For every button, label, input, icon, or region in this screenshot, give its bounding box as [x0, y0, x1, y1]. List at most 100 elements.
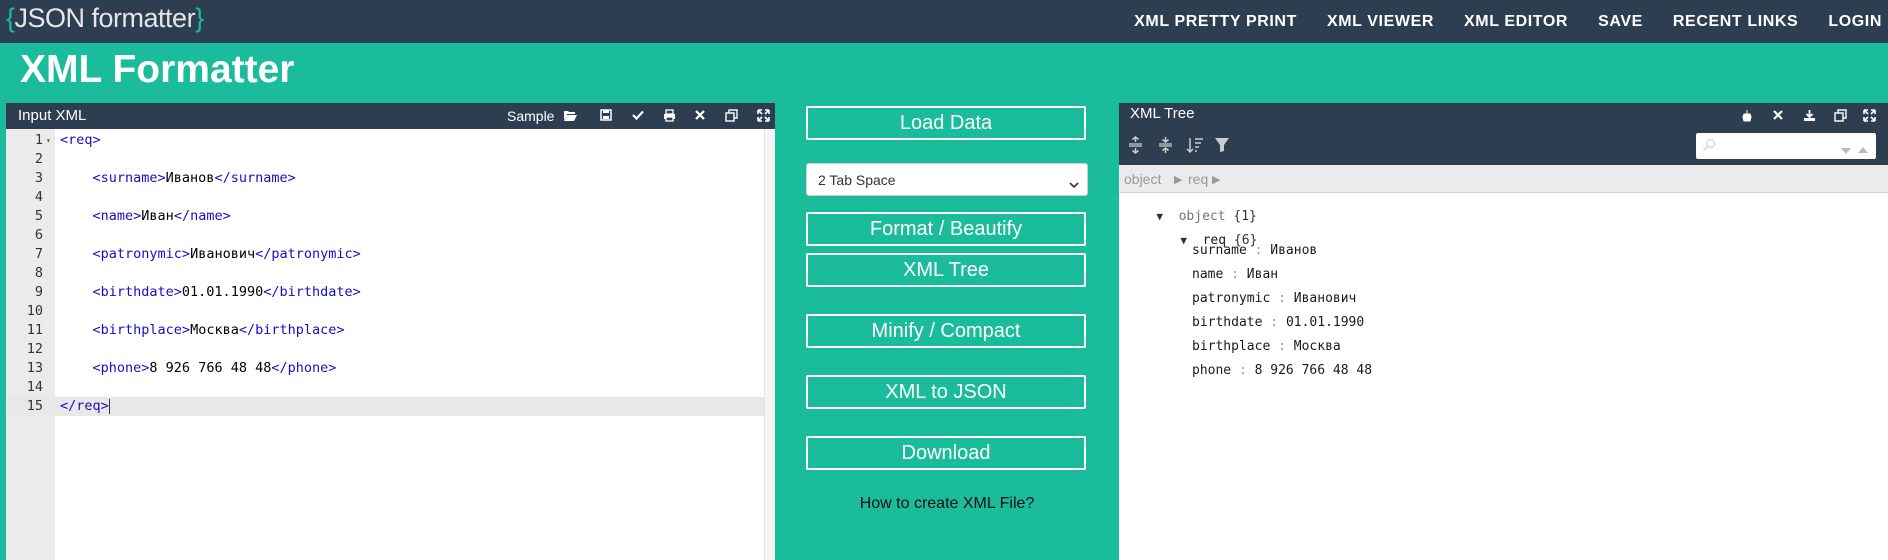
- tree-field-row[interactable]: patronymic : Иванович: [1192, 291, 1356, 306]
- tree-field-separator: :: [1223, 267, 1247, 282]
- line-number: 13: [26, 360, 43, 376]
- site-logo[interactable]: {JSON formatter}: [6, 3, 204, 34]
- code-text: <phone>8 926 766 48 48</phone>: [92, 360, 337, 376]
- expand-triangle-icon[interactable]: ▼: [1180, 234, 1187, 247]
- editor-line[interactable]: 7 <patronymic>Иванович</patronymic>: [6, 245, 775, 264]
- collapse-all-icon[interactable]: [1158, 136, 1173, 154]
- indent-select[interactable]: 2 Tab Space: [806, 163, 1088, 196]
- tree-field-row[interactable]: birthdate : 01.01.1990: [1192, 315, 1364, 330]
- tree-copy-icon[interactable]: [1834, 109, 1847, 122]
- xml-tag: </name>: [173, 208, 231, 224]
- line-number: 7: [34, 246, 43, 262]
- xml-tag: </birthplace>: [238, 322, 345, 338]
- tree-field-separator: :: [1270, 339, 1294, 354]
- line-number: 1: [34, 132, 43, 148]
- xml-tree-panel: XML Tree object ▶ req ▶ ▼ object {1} ▼ r…: [1119, 103, 1888, 560]
- tree-field-key: patronymic: [1192, 291, 1271, 306]
- breadcrumb-object[interactable]: object: [1124, 171, 1161, 187]
- editor-line[interactable]: 10: [6, 302, 775, 321]
- chevron-down-icon: [1069, 176, 1079, 194]
- search-next-icon[interactable]: [1840, 142, 1852, 160]
- editor-scrollbar[interactable]: [764, 129, 775, 560]
- text-cursor: [108, 398, 110, 414]
- xml-input-editor[interactable]: 1 ▾ <req> 2 3 <surname>Иванов</surname> 4 5 <n…: [6, 129, 775, 560]
- search-icon: [1702, 138, 1716, 157]
- top-navbar: {JSON formatter} XML PRETTY PRINT XML VI…: [0, 0, 1888, 43]
- download-icon[interactable]: [1803, 109, 1816, 122]
- tree-field-separator: :: [1262, 315, 1286, 330]
- nav-xml-viewer[interactable]: XML VIEWER: [1327, 13, 1434, 31]
- tree-field-key: name: [1192, 267, 1224, 282]
- xml-tag: </phone>: [271, 360, 337, 376]
- filter-icon[interactable]: [1214, 137, 1230, 153]
- tree-field-row[interactable]: surname : Иванов: [1192, 243, 1317, 258]
- minify-compact-button[interactable]: Minify / Compact: [806, 314, 1086, 348]
- expand-all-icon[interactable]: [1128, 136, 1143, 154]
- copy-icon[interactable]: [725, 109, 738, 122]
- fold-icon[interactable]: ▾: [46, 131, 51, 150]
- tree-field-value: Иван: [1246, 267, 1279, 282]
- download-button[interactable]: Download: [806, 436, 1086, 470]
- editor-line[interactable]: 6: [6, 226, 775, 245]
- breadcrumb-arrow-icon: ▶: [1212, 174, 1221, 186]
- tree-field-row[interactable]: name : Иван: [1192, 267, 1278, 282]
- logo-text: JSON formatter: [14, 3, 196, 33]
- editor-line[interactable]: 3 <surname>Иванов</surname>: [6, 169, 775, 188]
- tree-panel-title: XML Tree: [1130, 105, 1195, 122]
- editor-line[interactable]: 12: [6, 340, 775, 359]
- nav-xml-editor[interactable]: XML EDITOR: [1464, 13, 1568, 31]
- xml-tag: <phone>: [92, 360, 150, 376]
- editor-line[interactable]: 15 </req>: [6, 397, 775, 416]
- sample-button[interactable]: Sample: [507, 108, 554, 124]
- editor-line[interactable]: 1 ▾ <req>: [6, 131, 775, 150]
- nav-login[interactable]: LOGIN: [1828, 13, 1882, 31]
- tree-close-icon[interactable]: [1773, 110, 1783, 120]
- tree-expand-icon[interactable]: [1863, 109, 1876, 122]
- save-icon[interactable]: [600, 109, 612, 121]
- close-icon[interactable]: [695, 110, 705, 120]
- editor-line[interactable]: 14: [6, 378, 775, 397]
- tree-field-row[interactable]: phone : 8 926 766 48 48: [1192, 363, 1372, 378]
- line-number: 10: [26, 303, 43, 319]
- search-prev-icon[interactable]: [1857, 141, 1869, 159]
- code-text: <surname>Иванов</surname>: [92, 170, 296, 186]
- editor-line[interactable]: 9 <birthdate>01.01.1990</birthdate>: [6, 283, 775, 302]
- how-to-create-xml-link[interactable]: How to create XML File?: [806, 495, 1088, 513]
- sort-icon[interactable]: [1186, 136, 1204, 154]
- nav-save[interactable]: SAVE: [1598, 13, 1643, 31]
- xml-tag: <surname>: [92, 170, 166, 186]
- expand-icon[interactable]: [757, 109, 770, 122]
- format-beautify-button[interactable]: Format / Beautify: [806, 212, 1086, 246]
- xml-tag: <req>: [60, 132, 101, 148]
- tree-search-input[interactable]: [1696, 133, 1876, 159]
- editor-line[interactable]: 2: [6, 150, 775, 169]
- load-data-button[interactable]: Load Data: [806, 106, 1086, 140]
- line-number: 8: [34, 265, 43, 281]
- tree-field-row[interactable]: birthplace : Москва: [1192, 339, 1341, 354]
- code-text: <name>Иван</name>: [92, 208, 231, 224]
- clear-icon[interactable]: [1741, 109, 1753, 122]
- xml-to-json-button[interactable]: XML to JSON: [806, 375, 1086, 409]
- indent-select-value: 2 Tab Space: [818, 172, 896, 188]
- xml-tag: <birthplace>: [92, 322, 191, 338]
- line-number: 3: [34, 170, 43, 186]
- line-number: 2: [34, 151, 43, 167]
- nav-recent-links[interactable]: RECENT LINKS: [1673, 13, 1798, 31]
- print-icon[interactable]: [663, 109, 676, 122]
- code-text: <req>: [60, 131, 101, 150]
- code-text: <patronymic>Иванович</patronymic>: [92, 246, 361, 262]
- breadcrumb-req[interactable]: req: [1188, 171, 1208, 187]
- code-text: </req>: [60, 397, 110, 416]
- editor-line[interactable]: 11 <birthplace>Москва</birthplace>: [6, 321, 775, 340]
- editor-line[interactable]: 5 <name>Иван</name>: [6, 207, 775, 226]
- editor-line[interactable]: 13 <phone>8 926 766 48 48</phone>: [6, 359, 775, 378]
- nav-xml-pretty-print[interactable]: XML PRETTY PRINT: [1134, 13, 1297, 31]
- folder-open-icon[interactable]: [563, 109, 577, 122]
- xml-tree-button[interactable]: XML Tree: [806, 253, 1086, 287]
- tree-field-key: birthplace: [1192, 339, 1271, 354]
- editor-line[interactable]: 4: [6, 188, 775, 207]
- nav-links: XML PRETTY PRINT XML VIEWER XML EDITOR S…: [1104, 0, 1882, 43]
- code-text: <birthplace>Москва</birthplace>: [92, 322, 345, 338]
- check-icon[interactable]: [632, 109, 644, 121]
- editor-line[interactable]: 8: [6, 264, 775, 283]
